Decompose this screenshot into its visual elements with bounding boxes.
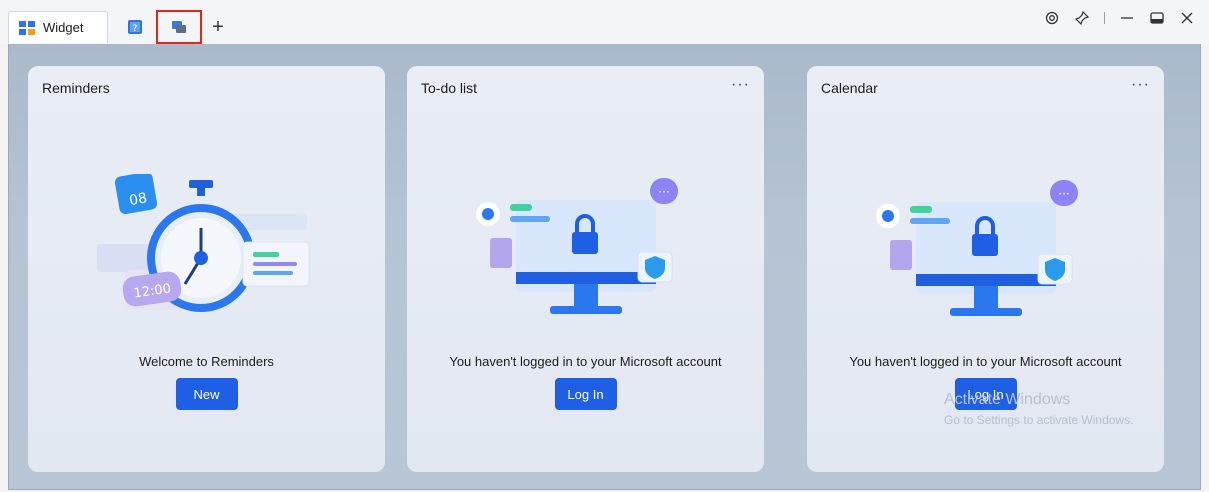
svg-text:···: ··· [1058,187,1069,201]
windows-stack-icon [172,21,186,33]
todo-message: You haven't logged in to your Microsoft … [449,354,722,369]
tab-window-switch[interactable] [156,10,202,44]
todo-card: To-do list ··· ··· You haven't logged in… [407,66,764,472]
tab-widget-label: Widget [43,20,84,35]
calendar-title: Calendar [821,80,878,96]
reminders-illustration: 08 12:00 [96,174,309,312]
minimize-icon[interactable] [1119,10,1135,26]
reminders-message: Welcome to Reminders [139,354,274,369]
calendar-more-menu[interactable]: ··· [1131,76,1150,94]
tab-widget[interactable]: Widget [8,11,108,43]
reminders-title: Reminders [42,80,110,96]
close-icon[interactable] [1179,10,1195,26]
new-reminder-button[interactable]: New [175,378,238,410]
watermark-title: Activate Windows [944,391,1071,408]
calendar-illustration: ··· [875,180,1078,316]
watermark-subtitle: Go to Settings to activate Windows. [944,413,1134,428]
settings-gear-icon[interactable] [1044,10,1060,26]
pin-icon[interactable] [1074,10,1090,26]
svg-text:···: ··· [658,185,669,199]
svg-text:?: ? [133,24,138,34]
maximize-icon[interactable] [1149,10,1165,26]
controls-separator [1104,12,1105,24]
tab-help[interactable]: ? [116,11,154,43]
todo-login-button[interactable]: Log In [554,378,617,410]
todo-illustration: ··· [475,178,678,314]
calendar-day-label: 08 [128,190,148,209]
help-book-icon: ? [128,20,142,34]
add-tab-button[interactable]: + [202,11,234,43]
window-controls [1044,10,1195,26]
activation-watermark: Activate Windows Go to Settings to activ… [944,390,1133,428]
calendar-message: You haven't logged in to your Microsoft … [849,354,1122,369]
title-bar: Widget ? + [0,0,1209,44]
reminders-card: Reminders 08 12:00 Welcome to Reminders … [28,66,385,472]
todo-title: To-do list [421,80,478,96]
widget-grid-icon [19,20,35,35]
todo-more-menu[interactable]: ··· [731,76,750,94]
